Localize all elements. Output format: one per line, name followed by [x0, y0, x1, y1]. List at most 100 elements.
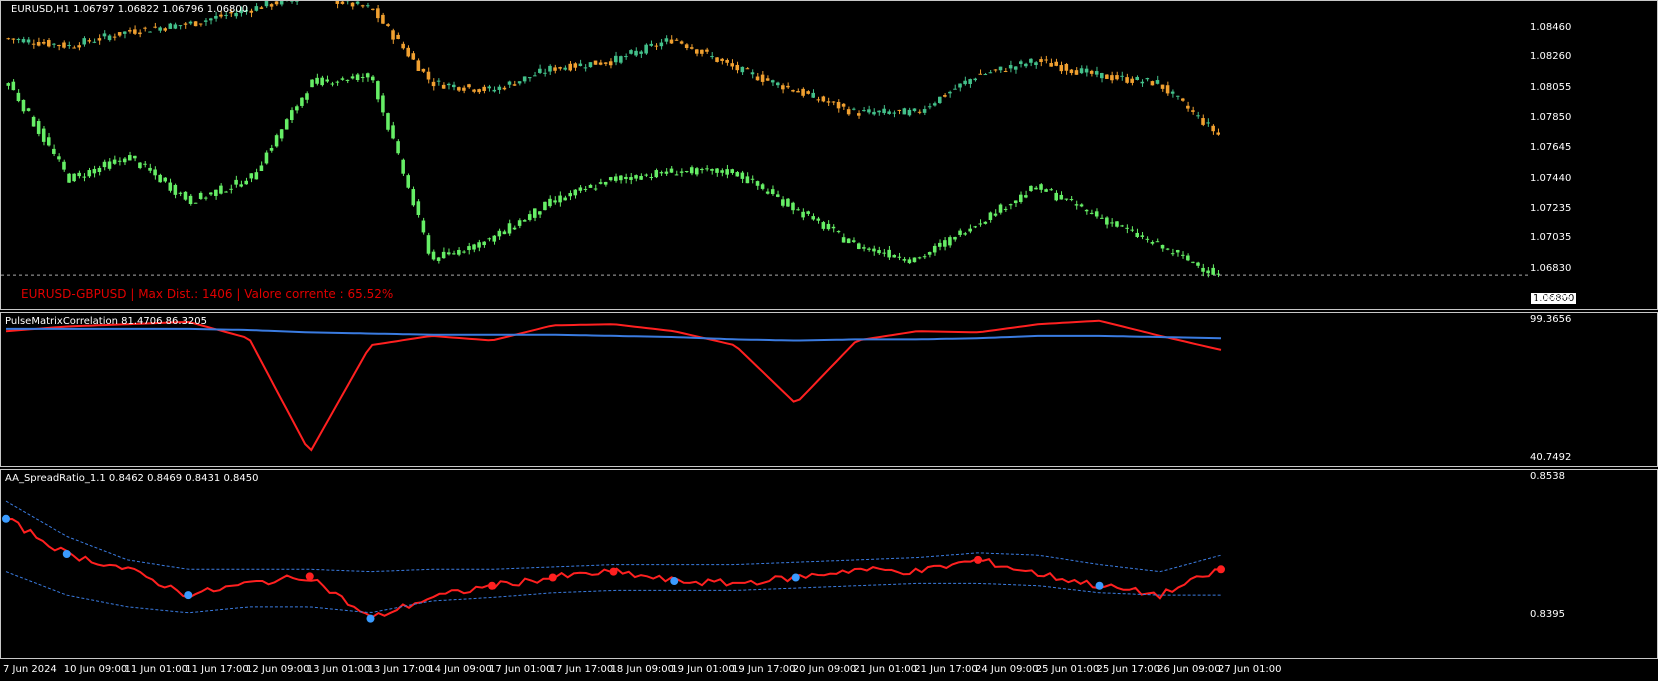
- candle-body: [1039, 59, 1043, 62]
- candle-body: [1105, 217, 1109, 225]
- candle-body: [360, 77, 365, 79]
- price-plot[interactable]: [1, 1, 1531, 309]
- candle-body: [841, 103, 846, 107]
- candle-body: [497, 230, 502, 237]
- candle-body: [62, 161, 66, 170]
- candle-body: [1084, 68, 1089, 73]
- candle-body: [11, 38, 16, 40]
- time-axis-tick: 26 Jun 09:00: [1157, 664, 1221, 675]
- candle-body: [922, 109, 927, 113]
- candle-body: [760, 184, 765, 189]
- candle-body: [624, 56, 628, 58]
- candle-body: [1145, 78, 1150, 80]
- candle-body: [284, 119, 289, 130]
- candle-body: [203, 197, 208, 199]
- candle-body: [517, 81, 522, 84]
- candle-body: [386, 113, 390, 130]
- candle-body: [583, 67, 588, 69]
- candle-body: [117, 160, 122, 162]
- candle-body: [234, 179, 238, 185]
- candle-body: [477, 242, 481, 248]
- candle-body: [538, 211, 542, 215]
- candle-body: [1003, 208, 1008, 210]
- candle-body: [836, 231, 841, 233]
- candle-body: [791, 202, 795, 211]
- candle-body: [892, 112, 896, 114]
- candle-body: [472, 89, 476, 92]
- candle-body: [877, 250, 881, 254]
- candle-body: [1044, 189, 1048, 192]
- candle-body: [603, 62, 608, 64]
- candle-body: [502, 231, 507, 235]
- candle-body: [92, 41, 97, 43]
- candle-body: [102, 161, 107, 168]
- candle-body: [902, 259, 907, 261]
- correlation-panel[interactable]: PulseMatrixCorrelation 81.4706 86.3205: [0, 312, 1658, 467]
- candle-body: [1155, 80, 1160, 84]
- candle-body: [87, 40, 92, 42]
- candle-body: [533, 208, 537, 218]
- candle-body: [178, 25, 183, 27]
- candle-body: [917, 111, 922, 113]
- candle-body: [1074, 70, 1079, 75]
- candle-body: [365, 73, 370, 78]
- correlation-plot[interactable]: [1, 313, 1531, 466]
- candle-body: [669, 168, 674, 173]
- candle-body: [649, 177, 653, 179]
- candle-body: [52, 43, 56, 45]
- candle-body: [1165, 85, 1170, 94]
- price-panel[interactable]: EURUSD,H1 1.06797 1.06822 1.06796 1.0680…: [0, 0, 1658, 310]
- candle-body: [1125, 227, 1129, 229]
- candle-body: [315, 77, 319, 84]
- candle-body: [943, 95, 947, 97]
- time-axis-tick: 27 Jun 01:00: [1218, 664, 1282, 675]
- candle-body: [912, 108, 917, 111]
- candle-body: [295, 1, 299, 2]
- candle-body: [857, 243, 861, 250]
- candle-body: [193, 202, 198, 204]
- candle-body: [1105, 74, 1109, 79]
- candle-body: [72, 173, 76, 182]
- candle-body: [441, 251, 446, 259]
- candle-body: [705, 49, 709, 52]
- candle-body: [968, 79, 972, 84]
- candle-body: [841, 237, 846, 243]
- candle-body: [882, 108, 886, 114]
- candle-body: [310, 79, 314, 88]
- candle-body: [264, 152, 269, 164]
- signal-dot-up: [609, 567, 618, 576]
- candle-body: [249, 10, 254, 13]
- candle-body: [300, 97, 304, 106]
- candle-body: [1196, 262, 1200, 266]
- candle-body: [209, 192, 213, 195]
- price-axis-tick: 1.07645: [1530, 142, 1572, 154]
- time-axis-tick: 21 Jun 01:00: [853, 664, 918, 675]
- candle-body: [122, 31, 127, 34]
- candle-body: [163, 28, 167, 31]
- time-axis-tick: 13 Jun 17:00: [367, 664, 432, 675]
- candle-body: [527, 77, 532, 79]
- spread-plot[interactable]: [1, 470, 1531, 658]
- candle-body: [163, 177, 167, 182]
- candle-body: [948, 237, 952, 246]
- candle-body: [588, 62, 593, 68]
- price-axis-tick: 1.07035: [1530, 232, 1572, 244]
- candle-body: [988, 72, 993, 74]
- candle-body: [1089, 70, 1094, 74]
- candle-body: [148, 31, 152, 33]
- candle-body: [578, 63, 583, 66]
- candle-body: [416, 201, 421, 215]
- candle-body: [345, 79, 350, 81]
- signal-dot-up: [548, 573, 557, 582]
- candle-body: [953, 88, 957, 90]
- spread-panel[interactable]: AA_SpreadRatio_1.1 0.8462 0.8469 0.8431 …: [0, 469, 1658, 659]
- candle-body: [112, 36, 117, 38]
- candle-body: [117, 32, 122, 36]
- candle-body: [938, 242, 942, 247]
- candle-body: [274, 135, 279, 147]
- candle-body: [350, 2, 355, 7]
- candle-body: [826, 223, 831, 230]
- candle-body: [467, 84, 471, 88]
- candle-body: [573, 63, 578, 68]
- candle-body: [912, 257, 917, 263]
